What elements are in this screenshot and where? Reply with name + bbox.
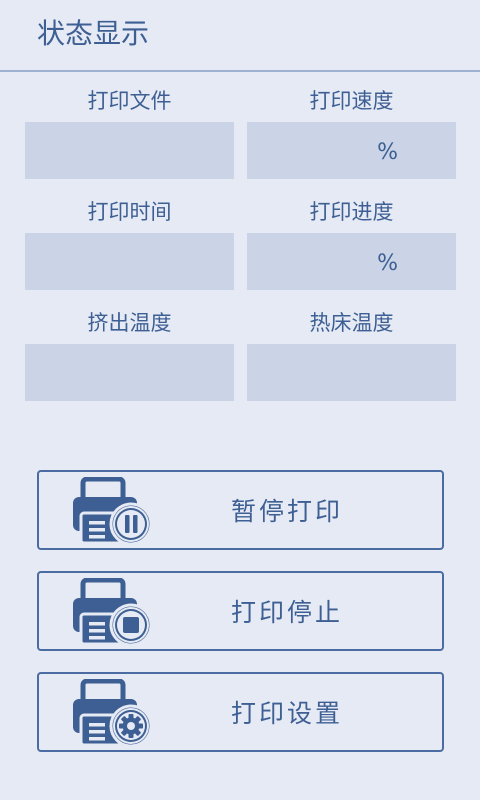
pause-print-button[interactable]: 暂停打印 xyxy=(37,470,444,550)
print-progress-field: % xyxy=(247,233,456,290)
print-speed-unit: % xyxy=(377,140,398,165)
print-progress-label: 打印进度 xyxy=(309,200,394,224)
page-title: 状态显示 xyxy=(37,17,150,50)
print-file-field xyxy=(25,122,234,179)
printer-pause-icon xyxy=(71,477,155,545)
printer-settings-icon xyxy=(71,679,155,747)
extruder-temp-field xyxy=(25,344,234,401)
print-speed-field: % xyxy=(247,122,456,179)
print-time-field xyxy=(25,233,234,290)
bed-temp-field xyxy=(247,344,456,401)
print-progress-unit: % xyxy=(377,251,398,276)
print-settings-button[interactable]: 打印设置 xyxy=(37,672,444,752)
print-settings-label: 打印设置 xyxy=(231,699,344,728)
title-bar: 状态显示 xyxy=(0,0,480,72)
print-speed-label: 打印速度 xyxy=(309,89,394,113)
stop-print-button[interactable]: 打印停止 xyxy=(37,571,444,651)
printer-stop-icon xyxy=(71,578,155,646)
stop-print-label: 打印停止 xyxy=(231,598,344,627)
print-time-label: 打印时间 xyxy=(87,200,172,224)
print-file-label: 打印文件 xyxy=(87,89,172,113)
bed-temp-label: 热床温度 xyxy=(309,311,394,335)
extruder-temp-label: 挤出温度 xyxy=(87,311,172,335)
pause-print-label: 暂停打印 xyxy=(231,497,344,526)
